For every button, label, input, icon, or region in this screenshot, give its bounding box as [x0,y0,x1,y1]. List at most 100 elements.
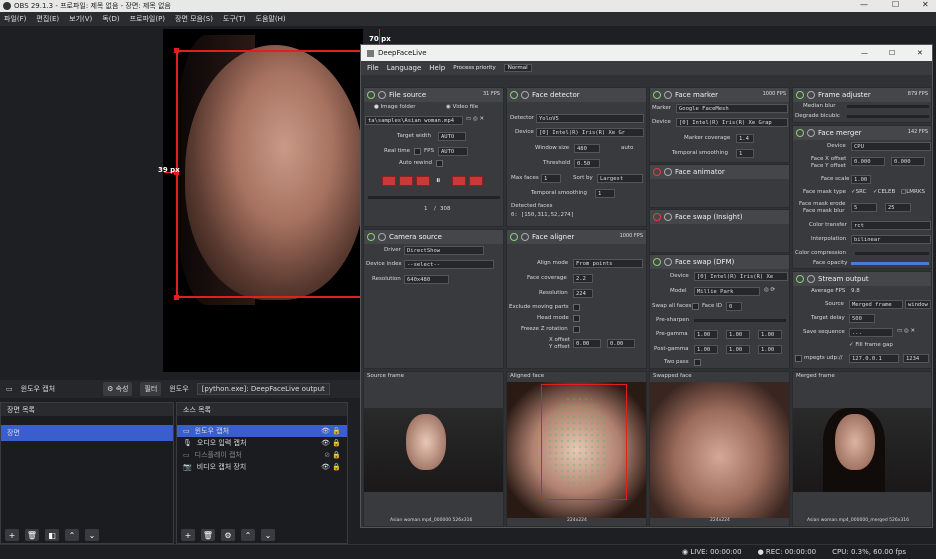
resolution-input[interactable]: 224 [573,289,593,298]
gear-icon[interactable] [807,129,815,137]
eye-icon[interactable]: 👁 🔒 [321,439,341,447]
close-icon[interactable]: ✕ [922,0,929,9]
freeze-z-checkbox[interactable] [573,326,580,333]
maximize-icon[interactable]: ☐ [892,0,899,9]
menu-file[interactable]: File [367,64,379,72]
minimize-icon[interactable]: — [861,49,868,57]
add-source-button[interactable]: + [181,529,195,541]
maximize-icon[interactable]: ☐ [889,49,895,57]
window-size-input[interactable]: 480 [574,144,600,153]
folder-icon[interactable]: ▭ ◎ ✕ [897,328,915,334]
file-path-input[interactable]: ta\samples\Asian woman.mp4 [365,116,463,125]
gear-icon[interactable] [521,91,529,99]
power-icon[interactable] [367,233,375,241]
power-icon[interactable] [796,129,804,137]
celeb-checkbox[interactable]: ✓CELEB [873,189,895,195]
face-coverage-input[interactable]: 2.2 [573,274,593,283]
detector-select[interactable]: YoloV5 [536,114,644,123]
exclude-moving-parts-checkbox[interactable] [573,304,580,311]
power-icon[interactable] [367,91,375,99]
pre-sharpen-slider[interactable] [694,319,786,322]
menu-help[interactable]: Help [429,64,445,72]
eye-icon[interactable]: 👁 🔒 [321,463,341,471]
remove-scene-button[interactable]: 🗑 [25,529,39,541]
pre-gamma-g[interactable]: 1.00 [726,330,750,339]
face-opacity-slider[interactable] [851,262,929,265]
eye-off-icon[interactable]: ⊘ 🔒 [324,451,341,459]
menu-tools[interactable]: 도구(T) [223,14,246,24]
gear-icon[interactable] [378,91,386,99]
menu-view[interactable]: 보기(V) [69,14,92,24]
temporal-smoothing-input[interactable]: 1 [736,149,754,158]
image-folder-radio[interactable]: ● Image folder [374,104,416,110]
move-down-button[interactable]: ⌄ [85,529,99,541]
target-width-input[interactable]: AUTO [438,132,466,141]
device-select[interactable]: [0] Intel(R) Iris(R) Xe Grap [676,118,788,127]
power-icon[interactable] [796,91,804,99]
max-faces-input[interactable]: 1 [541,174,561,183]
process-priority-select[interactable]: Normal [503,64,532,72]
resolution-select[interactable]: 640x480 [404,275,449,284]
play-button[interactable] [416,176,430,186]
timeline-slider[interactable] [368,196,500,199]
filters-button[interactable]: 필터 [140,382,162,396]
auto-button[interactable]: auto [621,145,633,151]
video-file-radio[interactable]: ◉ Video file [446,104,478,110]
head-mode-checkbox[interactable] [573,315,580,322]
properties-button[interactable]: ⚙ 속성 [103,382,133,396]
menu-help[interactable]: 도움말(H) [256,14,286,24]
power-icon[interactable] [653,213,661,221]
threshold-input[interactable]: 0.50 [574,159,600,168]
ip-input[interactable]: 127.0.0.1 [849,354,899,363]
port-input[interactable]: 1234 [903,354,929,363]
move-up-button[interactable]: ⌃ [241,529,255,541]
eye-icon[interactable]: 👁 🔒 [321,427,341,435]
marker-coverage-input[interactable]: 1.4 [736,134,754,143]
resize-handle[interactable] [174,295,179,300]
menu-profile[interactable]: 프로파일(P) [130,14,165,24]
move-up-button[interactable]: ⌃ [65,529,79,541]
device-select[interactable]: CPU [851,142,931,151]
source-item[interactable]: 📷 비디오 캡처 장치 👁 🔒 [177,461,347,473]
minimize-icon[interactable]: — [860,0,868,9]
source-select[interactable]: Merged frame [849,300,903,309]
power-icon[interactable] [510,91,518,99]
menu-file[interactable]: 파일(F) [4,14,26,24]
gear-icon[interactable] [664,91,672,99]
driver-select[interactable]: DirectShow [404,246,484,255]
model-select[interactable]: Millie Park [694,287,760,296]
menu-language[interactable]: Language [387,64,422,72]
gear-icon[interactable] [807,91,815,99]
degrade-slider[interactable] [847,115,929,118]
menu-docks[interactable]: 독(D) [102,14,119,24]
source-item[interactable]: ▭ 디스플레이 캡처 ⊘ 🔒 [177,449,347,461]
auto-rewind-checkbox[interactable] [436,160,443,167]
resize-handle[interactable] [174,48,179,53]
last-frame-button[interactable] [469,176,483,186]
color-compression-slider[interactable] [855,252,929,255]
device-index-select[interactable]: --select-- [404,260,494,269]
marker-select[interactable]: Google FaceMesh [676,104,788,113]
window-button[interactable]: window [905,300,931,309]
device-select[interactable]: [0] Intel(R) Iris(R) Xe [694,272,788,281]
pause-icon[interactable]: ⏸ [436,176,441,186]
gear-icon[interactable] [664,258,672,266]
align-mode-select[interactable]: From points [573,259,643,268]
post-gamma-g[interactable]: 1.00 [726,345,750,354]
source-props-button[interactable]: ⚙ [221,529,235,541]
interpolation-select[interactable]: bilinear [851,235,931,244]
device-select[interactable]: [0] Intel(R) Iris(R) Xe Gr [536,128,644,137]
folder-icon[interactable]: ▭ ◎ ✕ [466,116,484,122]
move-down-button[interactable]: ⌄ [261,529,275,541]
scene-filter-button[interactable]: ◧ [45,529,59,541]
fps-input[interactable]: AUTO [438,147,468,156]
power-icon[interactable] [653,168,661,176]
remove-source-button[interactable]: 🗑 [201,529,215,541]
first-frame-button[interactable] [382,176,396,186]
save-sequence-input[interactable]: ... [849,328,893,337]
gear-icon[interactable] [521,233,529,241]
mpegts-checkbox[interactable] [795,355,802,362]
pre-gamma-r[interactable]: 1.00 [694,330,718,339]
close-icon[interactable]: ✕ [917,49,923,57]
power-icon[interactable] [653,91,661,99]
